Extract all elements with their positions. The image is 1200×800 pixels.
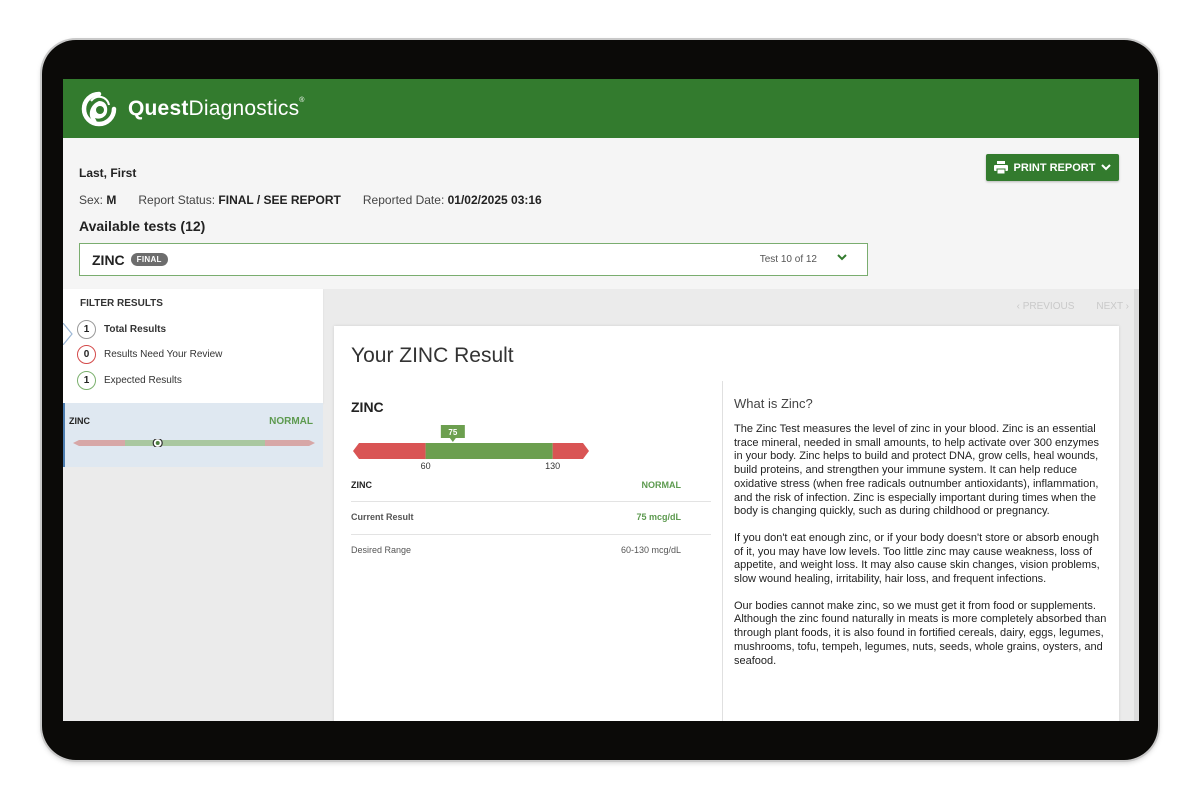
analyte-title: ZINC	[351, 399, 384, 415]
result-range-gauge: 75 60 130	[353, 425, 589, 471]
info-paragraph: Our bodies cannot make zinc, so we must …	[734, 599, 1107, 667]
gauge-low-segment	[353, 443, 426, 459]
quest-logo[interactable]: QuestDiagnostics®	[81, 91, 305, 127]
pagination: ‹ PREVIOUS NEXT ›	[1017, 301, 1129, 312]
info-paragraph: The Zinc Test measures the level of zinc…	[734, 423, 1100, 518]
scrollbar[interactable]	[1134, 289, 1139, 721]
header-bar: QuestDiagnostics®	[63, 79, 1139, 138]
sex-field: Sex: M	[79, 193, 116, 207]
quest-logo-icon	[81, 91, 117, 127]
result-title: Your ZINC Result	[351, 344, 514, 367]
mini-bar-high-segment	[265, 440, 315, 446]
report-meta: Sex: M Report Status: FINAL / SEE REPORT…	[79, 193, 542, 207]
status-label: Report Status:	[138, 193, 216, 207]
next-button[interactable]: NEXT ›	[1096, 301, 1129, 312]
gauge-normal-segment	[425, 443, 553, 459]
brand-name: QuestDiagnostics®	[128, 97, 305, 121]
test-position: Test 10 of 12	[759, 254, 817, 265]
date-label: Reported Date:	[362, 193, 445, 207]
active-filter-indicator-icon	[63, 323, 73, 345]
brand-name-light: Diagnostics	[188, 97, 300, 120]
gauge-value-label: 75	[448, 428, 457, 437]
print-report-button[interactable]: PRINT REPORT	[986, 154, 1119, 181]
desired-range-value: 60-130 mcg/dL	[620, 545, 681, 555]
count-badge: 0	[77, 345, 96, 364]
analyte-status-row: ZINC NORMAL	[351, 480, 711, 502]
current-result-label: Current Result	[351, 512, 414, 522]
result-name: ZINC	[69, 416, 90, 426]
selected-test-name: ZINC	[92, 251, 125, 268]
trademark: ®	[299, 97, 305, 104]
test-selector-dropdown[interactable]: ZINC FINAL Test 10 of 12	[79, 243, 868, 276]
chevron-down-icon	[1101, 164, 1112, 171]
current-result-row: Current Result 75 mcg/dL	[351, 512, 711, 535]
desired-range-label: Desired Range	[351, 545, 412, 555]
column-divider	[722, 381, 723, 721]
date-value: 01/02/2025 03:16	[447, 193, 542, 207]
filter-label: Results Need Your Review	[104, 349, 223, 360]
filter-need-review[interactable]: 0 Results Need Your Review	[77, 345, 222, 364]
count-badge: 1	[77, 371, 96, 390]
filter-expected-results[interactable]: 1 Expected Results	[77, 371, 182, 390]
next-label: NEXT	[1096, 301, 1123, 312]
available-tests-heading: Available tests (12)	[79, 218, 206, 234]
gauge-low-label: 60	[421, 461, 431, 471]
status-value: FINAL / SEE REPORT	[218, 193, 341, 207]
test-info: What is Zinc? The Zinc Test measures the…	[734, 396, 1109, 681]
print-report-label: PRINT REPORT	[1013, 161, 1096, 174]
filter-title: FILTER RESULTS	[80, 298, 163, 309]
patient-name: Last, First	[79, 166, 137, 180]
filter-total-results[interactable]: 1 Total Results	[77, 320, 166, 339]
status-field: Report Status: FINAL / SEE REPORT	[138, 193, 341, 207]
filter-label: Total Results	[104, 324, 167, 335]
filter-results-panel: FILTER RESULTS 1 Total Results 0 Results…	[63, 289, 323, 403]
desired-range-row: Desired Range 60-130 mcg/dL	[351, 545, 711, 555]
filter-label: Expected Results	[104, 375, 182, 386]
info-heading: What is Zinc?	[734, 396, 813, 411]
info-paragraph: If you don't eat enough zinc, or if your…	[734, 531, 1100, 586]
row-analyte-status: NORMAL	[641, 480, 682, 490]
results-area: FILTER RESULTS 1 Total Results 0 Results…	[63, 289, 1139, 721]
result-status: NORMAL	[269, 416, 313, 427]
sex-value: M	[106, 193, 117, 207]
brand-name-bold: Quest	[128, 97, 189, 120]
previous-button[interactable]: ‹ PREVIOUS	[1017, 301, 1075, 312]
current-result-value: 75 mcg/dL	[636, 512, 681, 522]
result-detail-card: Your ZINC Result ZINC 75 60 130 ZINC NOR…	[334, 326, 1119, 721]
gauge-value-flag: 75	[440, 425, 465, 442]
mini-bar-normal-segment	[125, 440, 265, 446]
app-screen: QuestDiagnostics® Last, First Sex: M Rep…	[63, 79, 1139, 721]
gauge-high-label: 130	[545, 461, 560, 471]
sidebar-result-zinc[interactable]: ZINC NORMAL	[63, 403, 323, 467]
date-field: Reported Date: 01/02/2025 03:16	[363, 193, 542, 207]
sex-label: Sex:	[79, 193, 104, 207]
previous-label: PREVIOUS	[1022, 301, 1075, 312]
chevron-down-icon	[837, 254, 847, 261]
gauge-high-segment	[552, 443, 589, 459]
mini-bar-marker	[152, 439, 163, 447]
final-badge: FINAL	[130, 253, 168, 266]
mini-bar-low-segment	[73, 440, 125, 446]
count-badge: 1	[77, 320, 96, 339]
row-analyte-label: ZINC	[351, 480, 372, 490]
mini-range-bar	[73, 439, 315, 447]
printer-icon	[993, 161, 1008, 174]
